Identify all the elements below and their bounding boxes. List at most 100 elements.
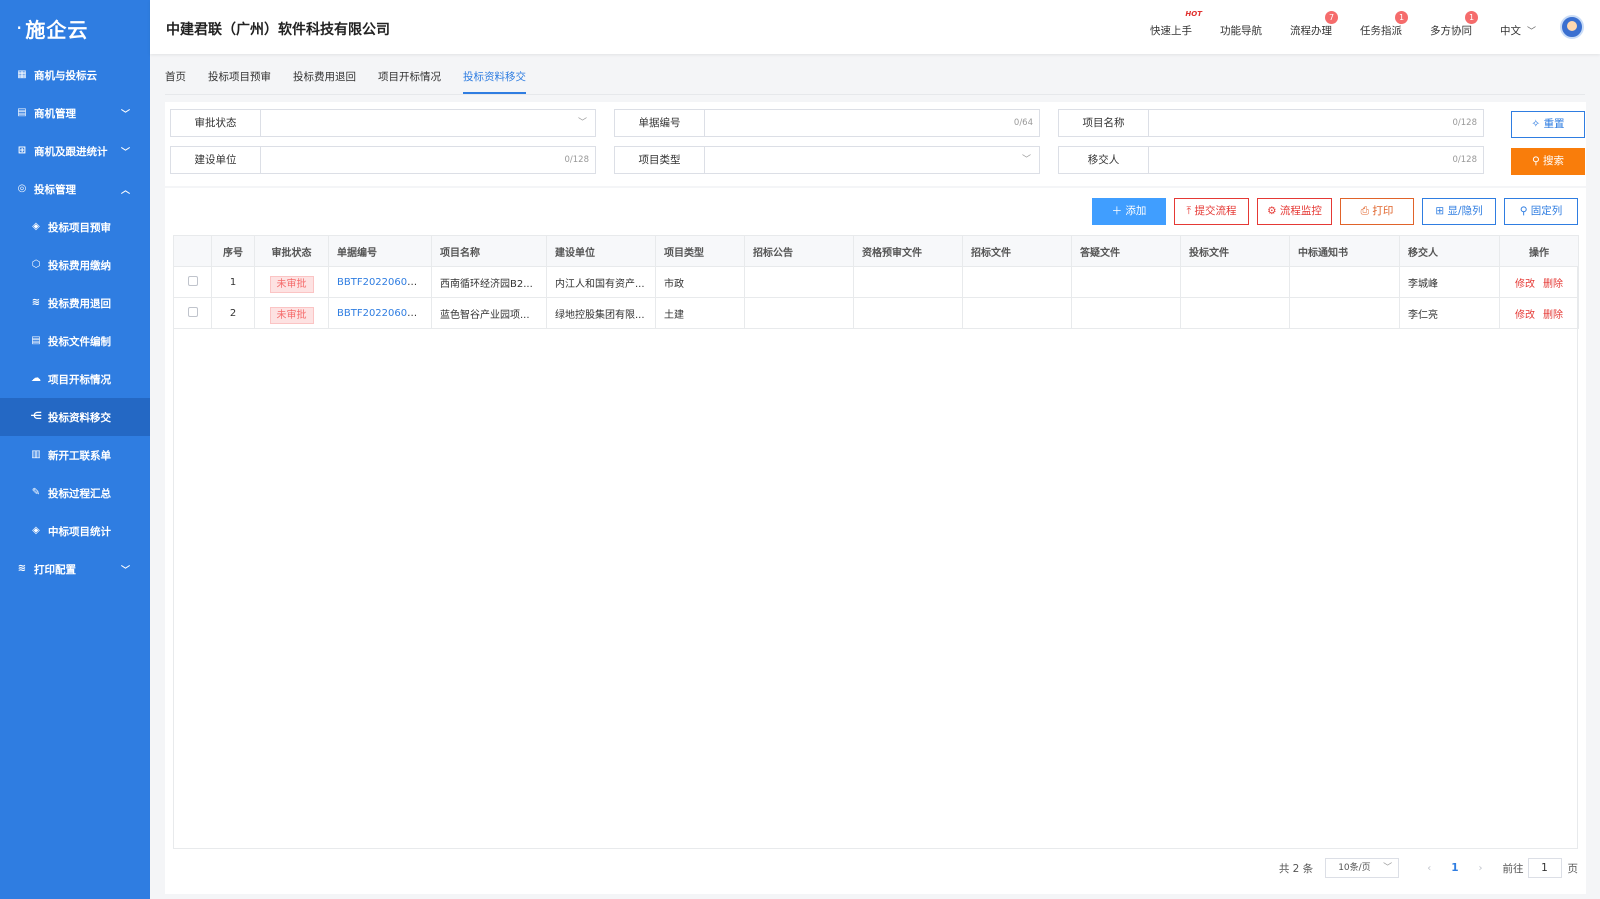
sidebar-sub-label: 中标项目统计 <box>48 525 111 538</box>
project-type-select[interactable]: ﹀ <box>705 147 1039 173</box>
goto-page: 前往 1 页 <box>1503 858 1578 878</box>
sidebar-sub-prequal[interactable]: ◈ 投标项目预审 <box>0 208 150 246</box>
sidebar-sub-opening[interactable]: ☁ 项目开标情况 <box>0 360 150 398</box>
pagination: 共 2 条 10条/页 ﹀ ‹ 1 › 前往 1 页 <box>1279 858 1578 878</box>
submit-flow-button[interactable]: ⤒ 提交流程 <box>1174 198 1249 225</box>
grid-icon: ⊞ <box>1435 205 1448 217</box>
sidebar-sub-summary[interactable]: ✎ 投标过程汇总 <box>0 474 150 512</box>
sidebar-sub-doc-prep[interactable]: ▤ 投标文件编制 <box>0 322 150 360</box>
layers-icon: ◈ <box>32 221 40 232</box>
table-cell <box>1071 297 1181 329</box>
avatar[interactable] <box>1560 15 1584 39</box>
building-icon: ▥ <box>31 449 41 460</box>
sidebar-item-label: 商机及跟进统计 <box>34 145 108 158</box>
process-link[interactable]: 流程办理 7 <box>1290 10 1338 38</box>
char-counter: 0/128 <box>1452 118 1478 128</box>
row-checkbox-cell <box>173 297 212 329</box>
collaboration-link[interactable]: 多方协同 1 <box>1430 10 1478 38</box>
table-cell <box>1289 266 1400 298</box>
main-card: ＋ 添加 ⤒ 提交流程 ⚙ 流程监控 ⎙ 打印 ⊞ 显/隐列 ⚲ 固定列 序号 … <box>165 188 1586 894</box>
sidebar-sub-label: 项目开标情况 <box>48 373 111 386</box>
fix-column-button[interactable]: ⚲ 固定列 <box>1504 198 1578 225</box>
show-hide-columns-button[interactable]: ⊞ 显/隐列 <box>1422 198 1496 225</box>
function-nav-label: 功能导航 <box>1219 24 1262 37</box>
handover-person-input[interactable]: 0/128 <box>1149 147 1483 173</box>
printer-icon: ⎙ <box>1360 205 1373 217</box>
sidebar-sub-fee-payment[interactable]: ⬡ 投标费用缴纳 <box>0 246 150 284</box>
monitor-flow-button[interactable]: ⚙ 流程监控 <box>1257 198 1332 225</box>
row-checkbox[interactable] <box>187 275 198 286</box>
filter-approval-status: 审批状态 ﹀ <box>170 109 596 137</box>
logo-dot: · <box>16 16 23 40</box>
edit-link[interactable]: 修改 <box>1515 310 1535 321</box>
layers-icon: ◈ <box>32 525 40 536</box>
sidebar-item-statistics[interactable]: ⊞ 商机及跟进统计 ﹀ <box>0 132 150 170</box>
char-counter: 0/64 <box>1013 118 1033 128</box>
logo-text: 施企云 <box>25 17 89 42</box>
tab-handover[interactable]: 投标资料移交 <box>463 62 526 94</box>
prev-page-icon[interactable]: ‹ <box>1427 863 1431 874</box>
filter-row-2: 建设单位 0/128 项目类型 ﹀ 移交人 0/128 <box>170 146 1484 174</box>
sidebar-sub-contact[interactable]: ▥ 新开工联系单 <box>0 436 150 474</box>
header-actions: 快速上手 HOT 功能导航 流程办理 7 任务指派 1 多方协同 1 中文 ﹀ <box>1136 0 1600 54</box>
delete-link[interactable]: 删除 <box>1543 310 1563 321</box>
language-select[interactable]: 中文 ﹀ <box>1500 17 1536 38</box>
tabs-divider <box>165 94 1585 95</box>
document-icon: ▤ <box>31 335 41 346</box>
row-checkbox[interactable] <box>187 306 198 317</box>
sidebar-sub-fee-refund[interactable]: ≋ 投标费用退回 <box>0 284 150 322</box>
tab-prequal[interactable]: 投标项目预审 <box>208 62 271 94</box>
pin-icon: ⚲ <box>1519 205 1531 217</box>
filter-row-1: 审批状态 ﹀ 单据编号 0/64 项目名称 0/128 <box>170 109 1484 137</box>
project-name-input[interactable]: 0/128 <box>1149 110 1483 136</box>
print-button[interactable]: ⎙ 打印 <box>1340 198 1414 225</box>
sidebar-item-top[interactable]: ▦ 商机与投标云 <box>0 56 150 94</box>
table-cell: BBTF2022060032 <box>328 266 432 298</box>
chevron-down-icon: ﹀ <box>1021 155 1031 165</box>
document-link[interactable]: BBTF2022060031 <box>337 308 426 319</box>
document-link[interactable]: BBTF2022060032 <box>337 277 426 288</box>
sidebar-sub-handover[interactable]: ⋲ 投标资料移交 <box>0 398 150 436</box>
reset-label: 重置 <box>1543 118 1565 130</box>
sidebar-sub-award-stats[interactable]: ◈ 中标项目统计 <box>0 512 150 550</box>
quick-start-link[interactable]: 快速上手 HOT <box>1150 10 1202 38</box>
reset-button[interactable]: ✧ 重置 <box>1511 111 1585 138</box>
chevron-down-icon: ﹀ <box>120 147 130 158</box>
reset-icon: ✧ <box>1531 118 1544 130</box>
tab-home[interactable]: 首页 <box>165 62 186 94</box>
monitor-flow-label: 流程监控 <box>1279 205 1322 217</box>
grid-icon: ▦ <box>17 69 27 80</box>
approval-status-select[interactable]: ﹀ <box>261 110 595 136</box>
delete-link[interactable]: 删除 <box>1543 279 1563 290</box>
sidebar-item-bidding[interactable]: ◎ 投标管理 ︿ <box>0 170 150 208</box>
add-label: 添加 <box>1125 205 1147 217</box>
table-cell: 蓝色智谷产业园项... <box>431 297 547 329</box>
task-assign-link[interactable]: 任务指派 1 <box>1360 10 1408 38</box>
construction-unit-input[interactable]: 0/128 <box>261 147 595 173</box>
column-header: 操作 <box>1499 235 1579 267</box>
tab-opening[interactable]: 项目开标情况 <box>378 62 441 94</box>
search-button[interactable]: ⚲ 搜索 <box>1511 148 1585 175</box>
table-cell: 未审批 <box>254 266 329 298</box>
page-size-select[interactable]: 10条/页 ﹀ <box>1325 858 1400 878</box>
edit-link[interactable]: 修改 <box>1515 279 1535 290</box>
sidebar-item-label: 投标管理 <box>34 183 76 196</box>
filter-label: 单据编号 <box>615 110 705 136</box>
table-cell: 修改 删除 <box>1499 297 1579 329</box>
page-number[interactable]: 1 <box>1451 862 1458 874</box>
grid-icon: ⊞ <box>17 145 27 156</box>
goto-page-input[interactable]: 1 <box>1527 858 1562 878</box>
sidebar-item-print-config[interactable]: ≋ 打印配置 ﹀ <box>0 550 150 588</box>
sidebar-sub-label: 投标项目预审 <box>48 221 111 234</box>
table-cell <box>744 297 854 329</box>
document-no-input[interactable]: 0/64 <box>705 110 1039 136</box>
char-counter: 0/128 <box>1452 155 1478 165</box>
logo[interactable]: · 施企云 <box>0 0 150 56</box>
function-nav-link[interactable]: 功能导航 <box>1220 17 1262 38</box>
sidebar-item-opportunity[interactable]: ▤ 商机管理 ﹀ <box>0 94 150 132</box>
tab-fee-refund[interactable]: 投标费用退回 <box>293 62 356 94</box>
stack-icon: ≋ <box>17 563 27 574</box>
next-page-icon[interactable]: › <box>1479 863 1483 874</box>
data-table: 序号 审批状态 单据编号 项目名称 建设单位 项目类型 招标公告 资格预审文件 … <box>173 235 1579 329</box>
add-button[interactable]: ＋ 添加 <box>1092 198 1166 225</box>
